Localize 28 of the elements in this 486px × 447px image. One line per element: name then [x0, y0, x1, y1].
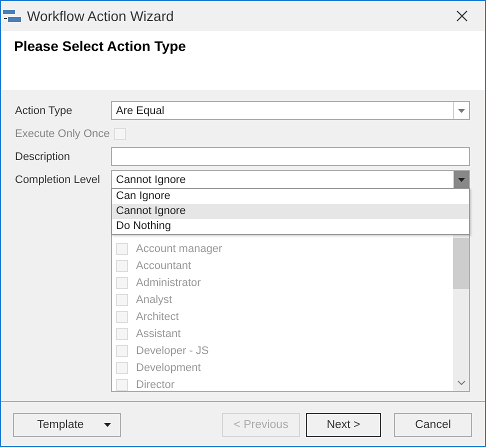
field-label: Execute Only Once: [15, 128, 110, 140]
field-label: Completion Level: [15, 174, 101, 186]
role-label: Account manager: [136, 242, 222, 254]
wizard-button[interactable]: Next >: [306, 413, 381, 437]
close-icon[interactable]: [455, 9, 469, 23]
role-label: Development: [136, 362, 201, 374]
role-label: Architect: [136, 310, 179, 322]
combo-box[interactable]: Cannot Ignore: [111, 170, 470, 189]
role-label: Director: [136, 378, 175, 390]
role-label: Developer - JS: [136, 344, 209, 356]
combo-box[interactable]: Are Equal: [111, 101, 470, 120]
dropdown-option[interactable]: Cannot Ignore: [112, 204, 469, 219]
template-button[interactable]: Template: [13, 413, 121, 437]
window-title: Workflow Action Wizard: [27, 8, 175, 24]
wizard-button[interactable]: Cancel: [394, 413, 472, 437]
caret-icon: [104, 423, 111, 427]
role-label: Analyst: [136, 294, 172, 306]
role-label: Administrator: [136, 276, 201, 288]
field-label: Action Type: [15, 104, 74, 116]
field-label: Description: [15, 150, 72, 162]
dropdown-option[interactable]: Can Ignore: [112, 189, 469, 204]
dropdown-option[interactable]: Do Nothing: [112, 219, 469, 234]
chevron-down-icon[interactable]: [456, 380, 466, 386]
app-icon: [3, 9, 21, 23]
text-field[interactable]: [111, 147, 470, 166]
role-label: Assistant: [136, 328, 181, 340]
page-heading: Please Select Action Type: [14, 38, 186, 54]
role-label: Accountant: [136, 260, 192, 272]
